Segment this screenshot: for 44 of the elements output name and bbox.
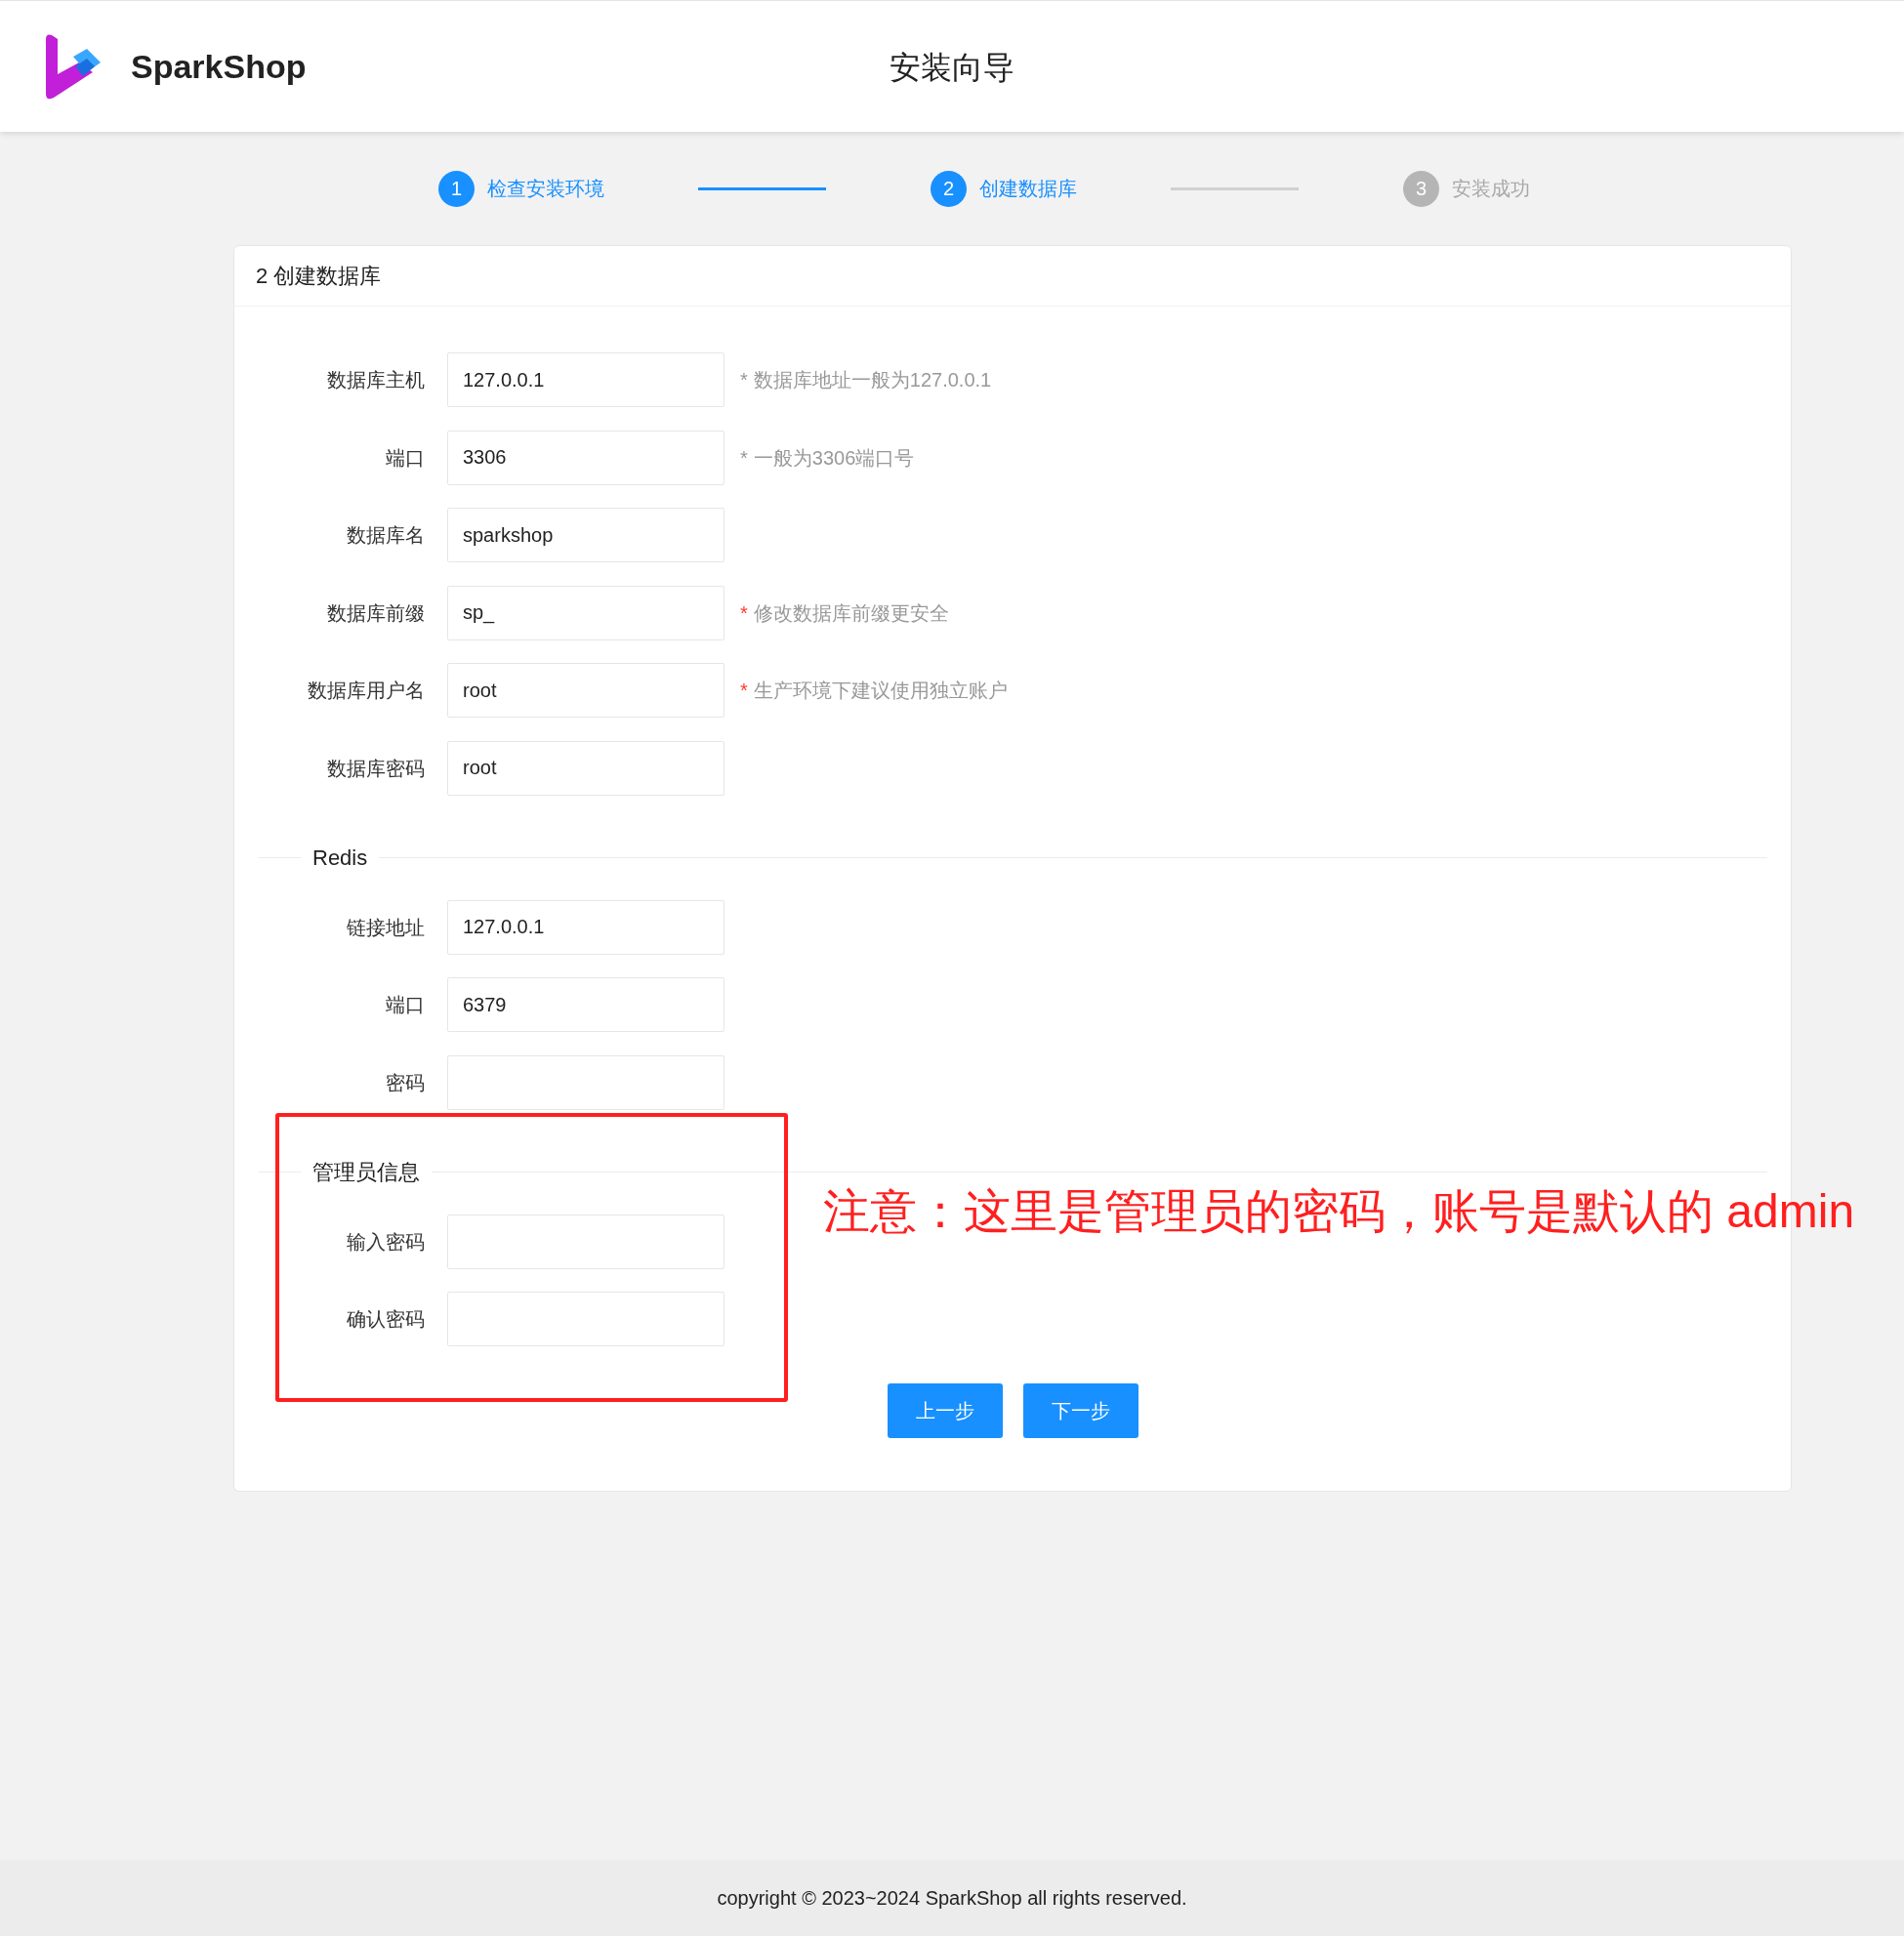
step-label: 创建数据库: [979, 177, 1077, 201]
field-label: 密码: [385, 1070, 425, 1095]
field-hint: 一般为3306端口号: [753, 445, 915, 471]
field-label: 数据库主机: [326, 368, 425, 392]
input-field[interactable]: 3306: [447, 430, 724, 485]
section-heading: 管理员信息: [311, 1159, 421, 1186]
step-label: 检查安装环境: [487, 177, 604, 201]
input-field[interactable]: 127.0.0.1: [447, 899, 724, 955]
field-hint: 生产环境下建议使用独立账户: [753, 679, 1008, 703]
brand-name: SparkShop: [131, 46, 307, 87]
section-heading: Redis: [311, 844, 369, 872]
required-mark: *: [740, 600, 748, 626]
field-hint: 数据库地址一般为127.0.0.1: [753, 368, 992, 392]
card-title: 2 创建数据库: [256, 263, 382, 290]
field-label: 数据库密码: [326, 756, 425, 781]
field-label: 数据库用户名: [307, 679, 425, 703]
annotation-note: 注意：这里是管理员的密码，账号是默认的 admin: [823, 1184, 1855, 1239]
step-number: 1: [438, 170, 475, 207]
field-label: 数据库名: [346, 523, 425, 548]
field-label: 确认密码: [346, 1307, 425, 1332]
input-field[interactable]: sp_: [447, 585, 724, 640]
input-field[interactable]: 127.0.0.1: [447, 352, 724, 407]
logo-icon: [44, 33, 103, 100]
field-label: 数据库前缀: [326, 600, 425, 626]
page-title: 安装向导: [890, 49, 1014, 87]
field-label: 链接地址: [346, 915, 425, 940]
input-field[interactable]: [447, 1214, 724, 1269]
field-hint: 修改数据库前缀更安全: [753, 600, 949, 626]
step-number: 3: [1403, 170, 1439, 207]
field-label: 输入密码: [346, 1229, 425, 1255]
step-label: 安装成功: [1452, 177, 1530, 201]
required-mark: *: [740, 368, 748, 392]
input-field[interactable]: root: [447, 740, 724, 796]
input-field[interactable]: root: [447, 663, 724, 718]
input-field[interactable]: [447, 1054, 724, 1110]
copyright-text: copyright © 2023~2024 SparkShop all rights reserved.: [717, 1886, 1187, 1911]
input-field[interactable]: sparkshop: [447, 508, 724, 562]
input-field[interactable]: 6379: [447, 977, 724, 1032]
required-mark: *: [740, 445, 748, 471]
input-field[interactable]: [447, 1292, 724, 1346]
field-label: 端口: [385, 993, 425, 1017]
required-mark: *: [740, 679, 748, 703]
step-number: 2: [931, 170, 967, 207]
field-label: 端口: [385, 445, 425, 471]
